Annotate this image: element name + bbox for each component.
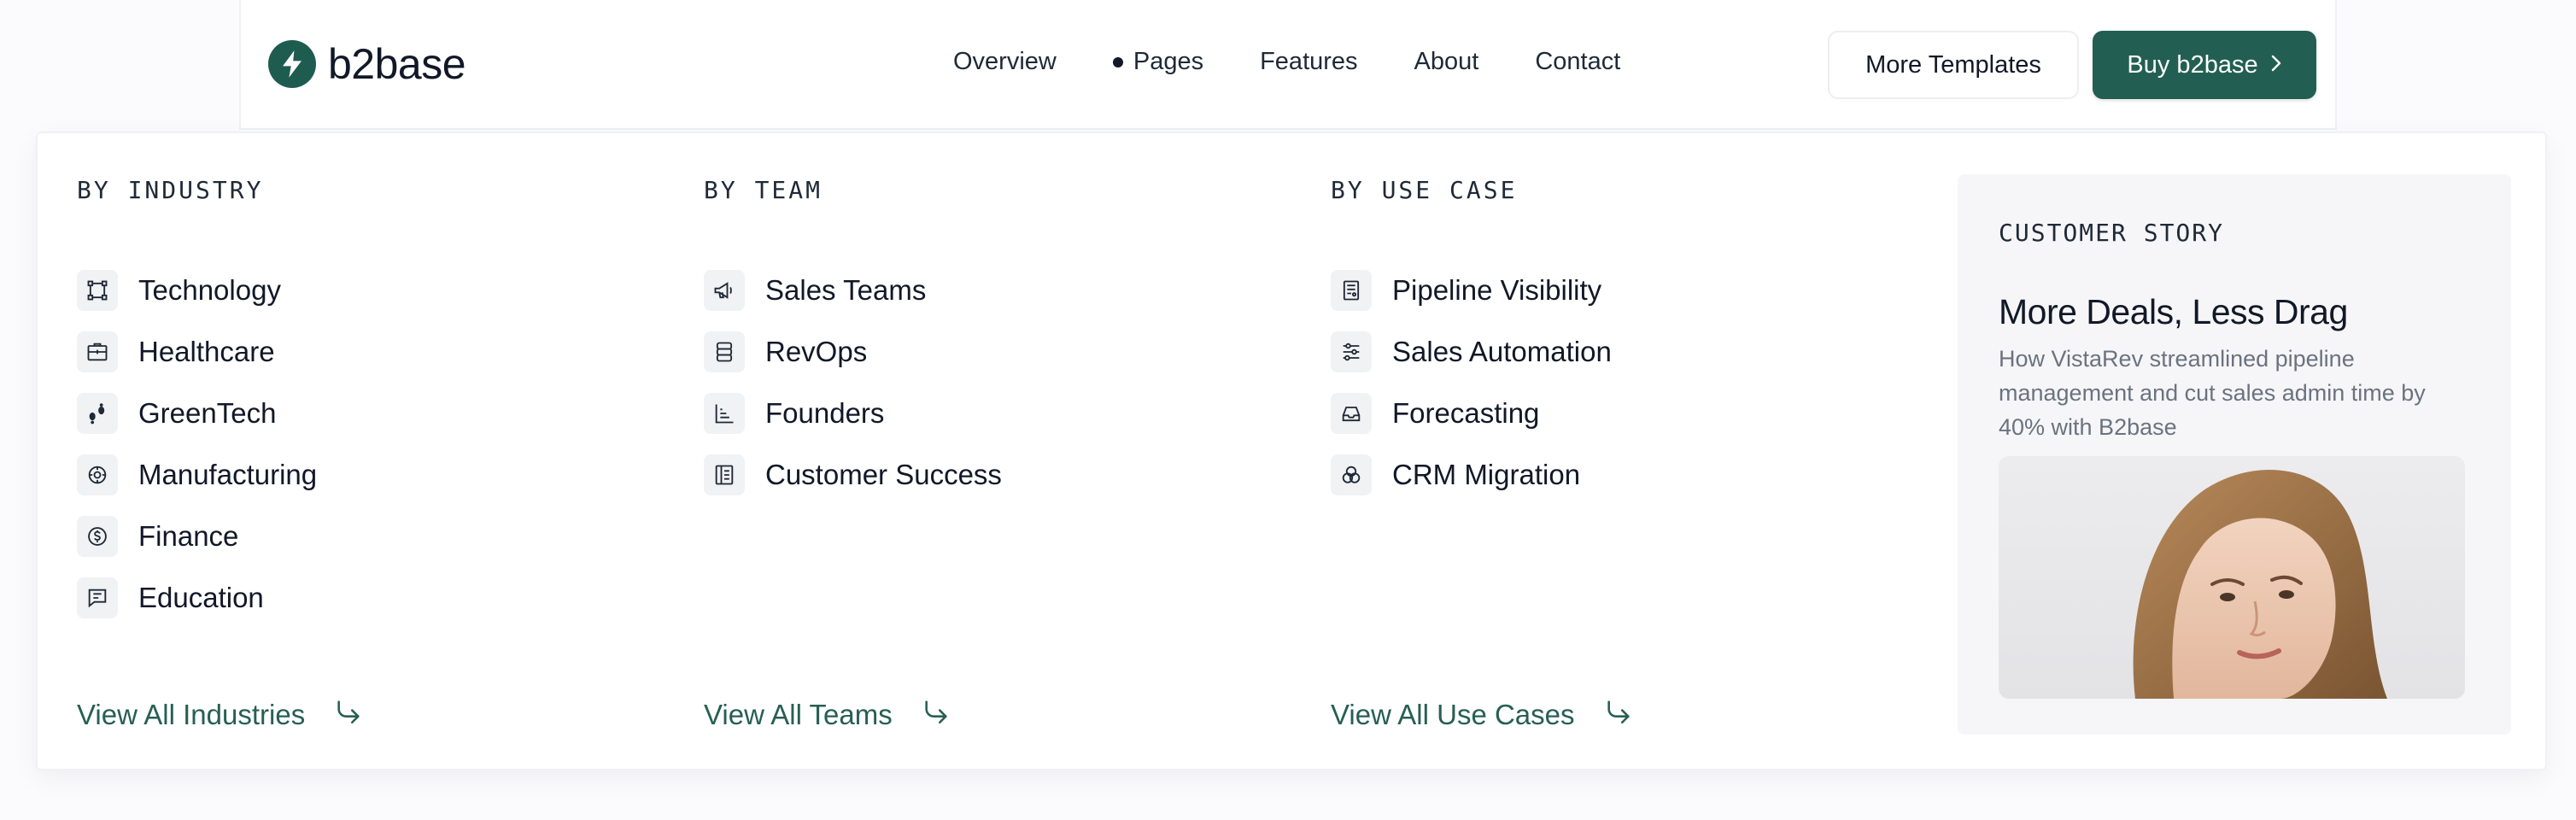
customer-story-card[interactable]: CUSTOMER STORY More Deals, Less Drag How…: [1958, 174, 2511, 735]
coin-icon: [77, 516, 118, 557]
team-column: BY TEAM Sales Teams RevOps Founders Cust…: [704, 133, 1302, 772]
industry-column: BY INDUSTRY Technology Healthcare GreenT…: [77, 133, 675, 772]
industry-heading: BY INDUSTRY: [77, 176, 264, 204]
menu-item-customer-success[interactable]: Customer Success: [704, 444, 1002, 506]
inbox-tray-icon: [1331, 393, 1372, 434]
report-icon: [1331, 270, 1372, 311]
use-case-heading: BY USE CASE: [1331, 176, 1518, 204]
menu-item-sales-automation[interactable]: Sales Automation: [1331, 321, 1612, 383]
database-icon: [704, 331, 745, 372]
menu-item-manufacturing[interactable]: Manufacturing: [77, 444, 317, 506]
team-list: Sales Teams RevOps Founders Customer Suc…: [704, 260, 1002, 506]
arrow-turn-down-right-icon: [922, 697, 951, 733]
menu-item-technology[interactable]: Technology: [77, 260, 317, 321]
menu-item-label: CRM Migration: [1392, 459, 1581, 490]
arrow-turn-down-right-icon: [334, 697, 363, 733]
nav-pages[interactable]: Pages: [1112, 48, 1204, 76]
use-case-list: Pipeline Visibility Sales Automation For…: [1331, 260, 1612, 506]
nav-contact[interactable]: Contact: [1535, 48, 1620, 76]
view-all-label: View All Industries: [77, 699, 306, 730]
menu-item-pipeline-visibility[interactable]: Pipeline Visibility: [1331, 260, 1612, 321]
menu-item-label: Technology: [138, 274, 281, 306]
menu-item-finance[interactable]: Finance: [77, 506, 317, 567]
menu-item-label: Customer Success: [765, 459, 1002, 490]
chat-board-icon: [77, 577, 118, 618]
view-all-label: View All Teams: [704, 699, 893, 730]
menu-item-revops[interactable]: RevOps: [704, 321, 1002, 383]
menu-item-label: Manufacturing: [138, 459, 318, 490]
venn-icon: [1331, 454, 1372, 495]
gear-cycle-icon: [77, 454, 118, 495]
megaphone-icon: [704, 270, 745, 311]
nav-overview[interactable]: Overview: [953, 48, 1057, 76]
menu-item-label: Founders: [765, 397, 885, 429]
active-dot-icon: [1112, 56, 1123, 67]
customer-story-title: More Deals, Less Drag: [1999, 292, 2348, 331]
menu-item-forecasting[interactable]: Forecasting: [1331, 383, 1612, 444]
view-all-teams-link[interactable]: View All Teams: [704, 697, 951, 733]
more-templates-button[interactable]: More Templates: [1828, 31, 2079, 99]
chevron-right-icon: [2270, 51, 2282, 79]
menu-item-label: RevOps: [765, 336, 868, 367]
pages-mega-menu: BY INDUSTRY Technology Healthcare GreenT…: [36, 132, 2547, 770]
menu-item-label: Pipeline Visibility: [1392, 274, 1602, 306]
view-all-industries-link[interactable]: View All Industries: [77, 697, 363, 733]
menu-item-greentech[interactable]: GreenTech: [77, 383, 317, 444]
menu-item-healthcare[interactable]: Healthcare: [77, 321, 317, 383]
menu-item-crm-migration[interactable]: CRM Migration: [1331, 444, 1612, 506]
nav-about[interactable]: About: [1414, 48, 1479, 76]
main-nav: Overview Pages Features About Contact: [953, 48, 1620, 76]
page: b2base Overview Pages Features About Con…: [0, 0, 2576, 820]
buy-button-label: Buy b2base: [2127, 50, 2258, 79]
menu-item-label: Education: [138, 582, 264, 613]
view-all-use-cases-link[interactable]: View All Use Cases: [1331, 697, 1633, 733]
use-case-column: BY USE CASE Pipeline Visibility Sales Au…: [1331, 133, 1929, 772]
arrow-turn-down-right-icon: [1604, 697, 1633, 733]
sliders-icon: [1331, 331, 1372, 372]
customer-portrait-image: [1999, 456, 2465, 699]
menu-item-founders[interactable]: Founders: [704, 383, 1002, 444]
menu-item-label: Forecasting: [1392, 397, 1540, 429]
view-all-label: View All Use Cases: [1331, 699, 1575, 730]
buy-button[interactable]: Buy b2base: [2093, 31, 2316, 99]
nav-features[interactable]: Features: [1260, 48, 1357, 76]
customer-story-description: How VistaRev streamlined pipeline manage…: [1999, 346, 2426, 440]
customer-story-label: CUSTOMER STORY: [1999, 219, 2225, 247]
menu-item-education[interactable]: Education: [77, 567, 317, 629]
medical-kit-icon: [77, 331, 118, 372]
network-nodes-icon: [77, 270, 118, 311]
book-icon: [704, 454, 745, 495]
menu-item-label: Finance: [138, 520, 239, 552]
menu-item-label: Healthcare: [138, 336, 275, 367]
bar-chart-icon: [704, 393, 745, 434]
site-header: b2base Overview Pages Features About Con…: [239, 0, 2337, 130]
nav-pages-label: Pages: [1133, 48, 1204, 75]
brand-logo[interactable]: b2base: [268, 39, 466, 89]
menu-item-label: Sales Automation: [1392, 336, 1612, 367]
lightning-bolt-icon: [268, 40, 316, 88]
brand-name: b2base: [328, 40, 466, 88]
menu-item-label: Sales Teams: [765, 274, 927, 306]
team-heading: BY TEAM: [704, 176, 823, 204]
menu-item-label: GreenTech: [138, 397, 277, 429]
menu-item-sales-teams[interactable]: Sales Teams: [704, 260, 1002, 321]
industry-list: Technology Healthcare GreenTech Manufact…: [77, 260, 317, 629]
footprints-icon: [77, 393, 118, 434]
